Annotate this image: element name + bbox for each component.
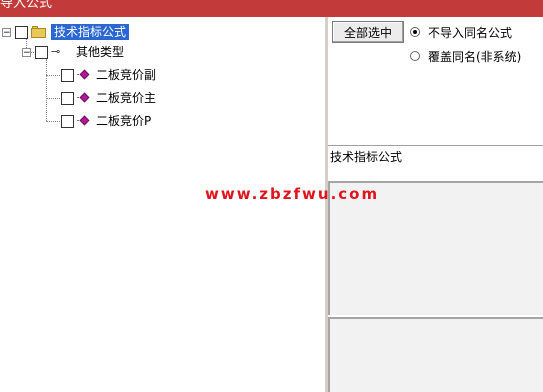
watermark-text: www.zbzfwu.com [205, 185, 380, 203]
radio-button-icon[interactable] [410, 27, 420, 37]
tree-item-formula[interactable]: 二板竞价主 [61, 89, 159, 107]
formula-tree[interactable]: − 技术指标公式 − ⊸ 其他类型 二板竞价副 二板竞价主 二板竞价P [0, 17, 326, 392]
tree-connector [46, 75, 60, 76]
tree-item-formula[interactable]: 二板竞价P [61, 112, 154, 130]
window-title: 导入公式 [0, 0, 53, 11]
title-bar: 导入公式 [0, 0, 543, 17]
formula-checkbox[interactable] [61, 68, 74, 82]
tree-item-label[interactable]: 二板竞价P [93, 113, 154, 129]
folder-icon [31, 26, 47, 38]
formula-checkbox[interactable] [61, 114, 74, 128]
tree-node-root-label[interactable]: 技术指标公式 [51, 24, 130, 40]
tree-node-category[interactable]: − ⊸ 其他类型 [22, 43, 127, 61]
collapse-toggle-icon[interactable]: − [22, 47, 31, 57]
selected-formula-title: 技术指标公式 [330, 150, 403, 164]
formula-checkbox[interactable] [61, 91, 74, 105]
tree-item-label[interactable]: 二板竞价主 [93, 90, 159, 106]
tree-connector [46, 98, 60, 99]
tree-node-category-label[interactable]: 其他类型 [73, 44, 127, 60]
collapse-toggle-icon[interactable]: − [2, 27, 11, 37]
radio-skip-duplicates[interactable]: 不导入同名公式 [410, 23, 512, 41]
options-pane: 全部选中 不导入同名公式 覆盖同名(非系统) 技术指标公式 [328, 17, 543, 392]
radio-button-icon[interactable] [410, 51, 420, 61]
radio-label[interactable]: 覆盖同名(非系统) [428, 48, 521, 65]
formula-gem-icon [77, 92, 90, 104]
root-checkbox[interactable] [15, 25, 28, 39]
radio-overwrite-duplicates[interactable]: 覆盖同名(非系统) [410, 47, 521, 65]
select-all-button[interactable]: 全部选中 [332, 21, 404, 43]
tree-connector [46, 121, 60, 122]
section-divider [328, 145, 543, 146]
key-icon: ⊸ [51, 45, 61, 58]
radio-label[interactable]: 不导入同名公式 [428, 24, 512, 41]
category-checkbox[interactable] [35, 45, 48, 59]
tree-connector [46, 59, 47, 121]
formula-gem-icon [77, 115, 90, 127]
tree-item-label[interactable]: 二板竞价副 [93, 67, 159, 83]
formula-source-panel [328, 317, 543, 392]
formula-gem-icon [77, 69, 90, 81]
tree-node-root[interactable]: − 技术指标公式 [2, 23, 130, 41]
tree-item-formula[interactable]: 二板竞价副 [61, 66, 159, 84]
